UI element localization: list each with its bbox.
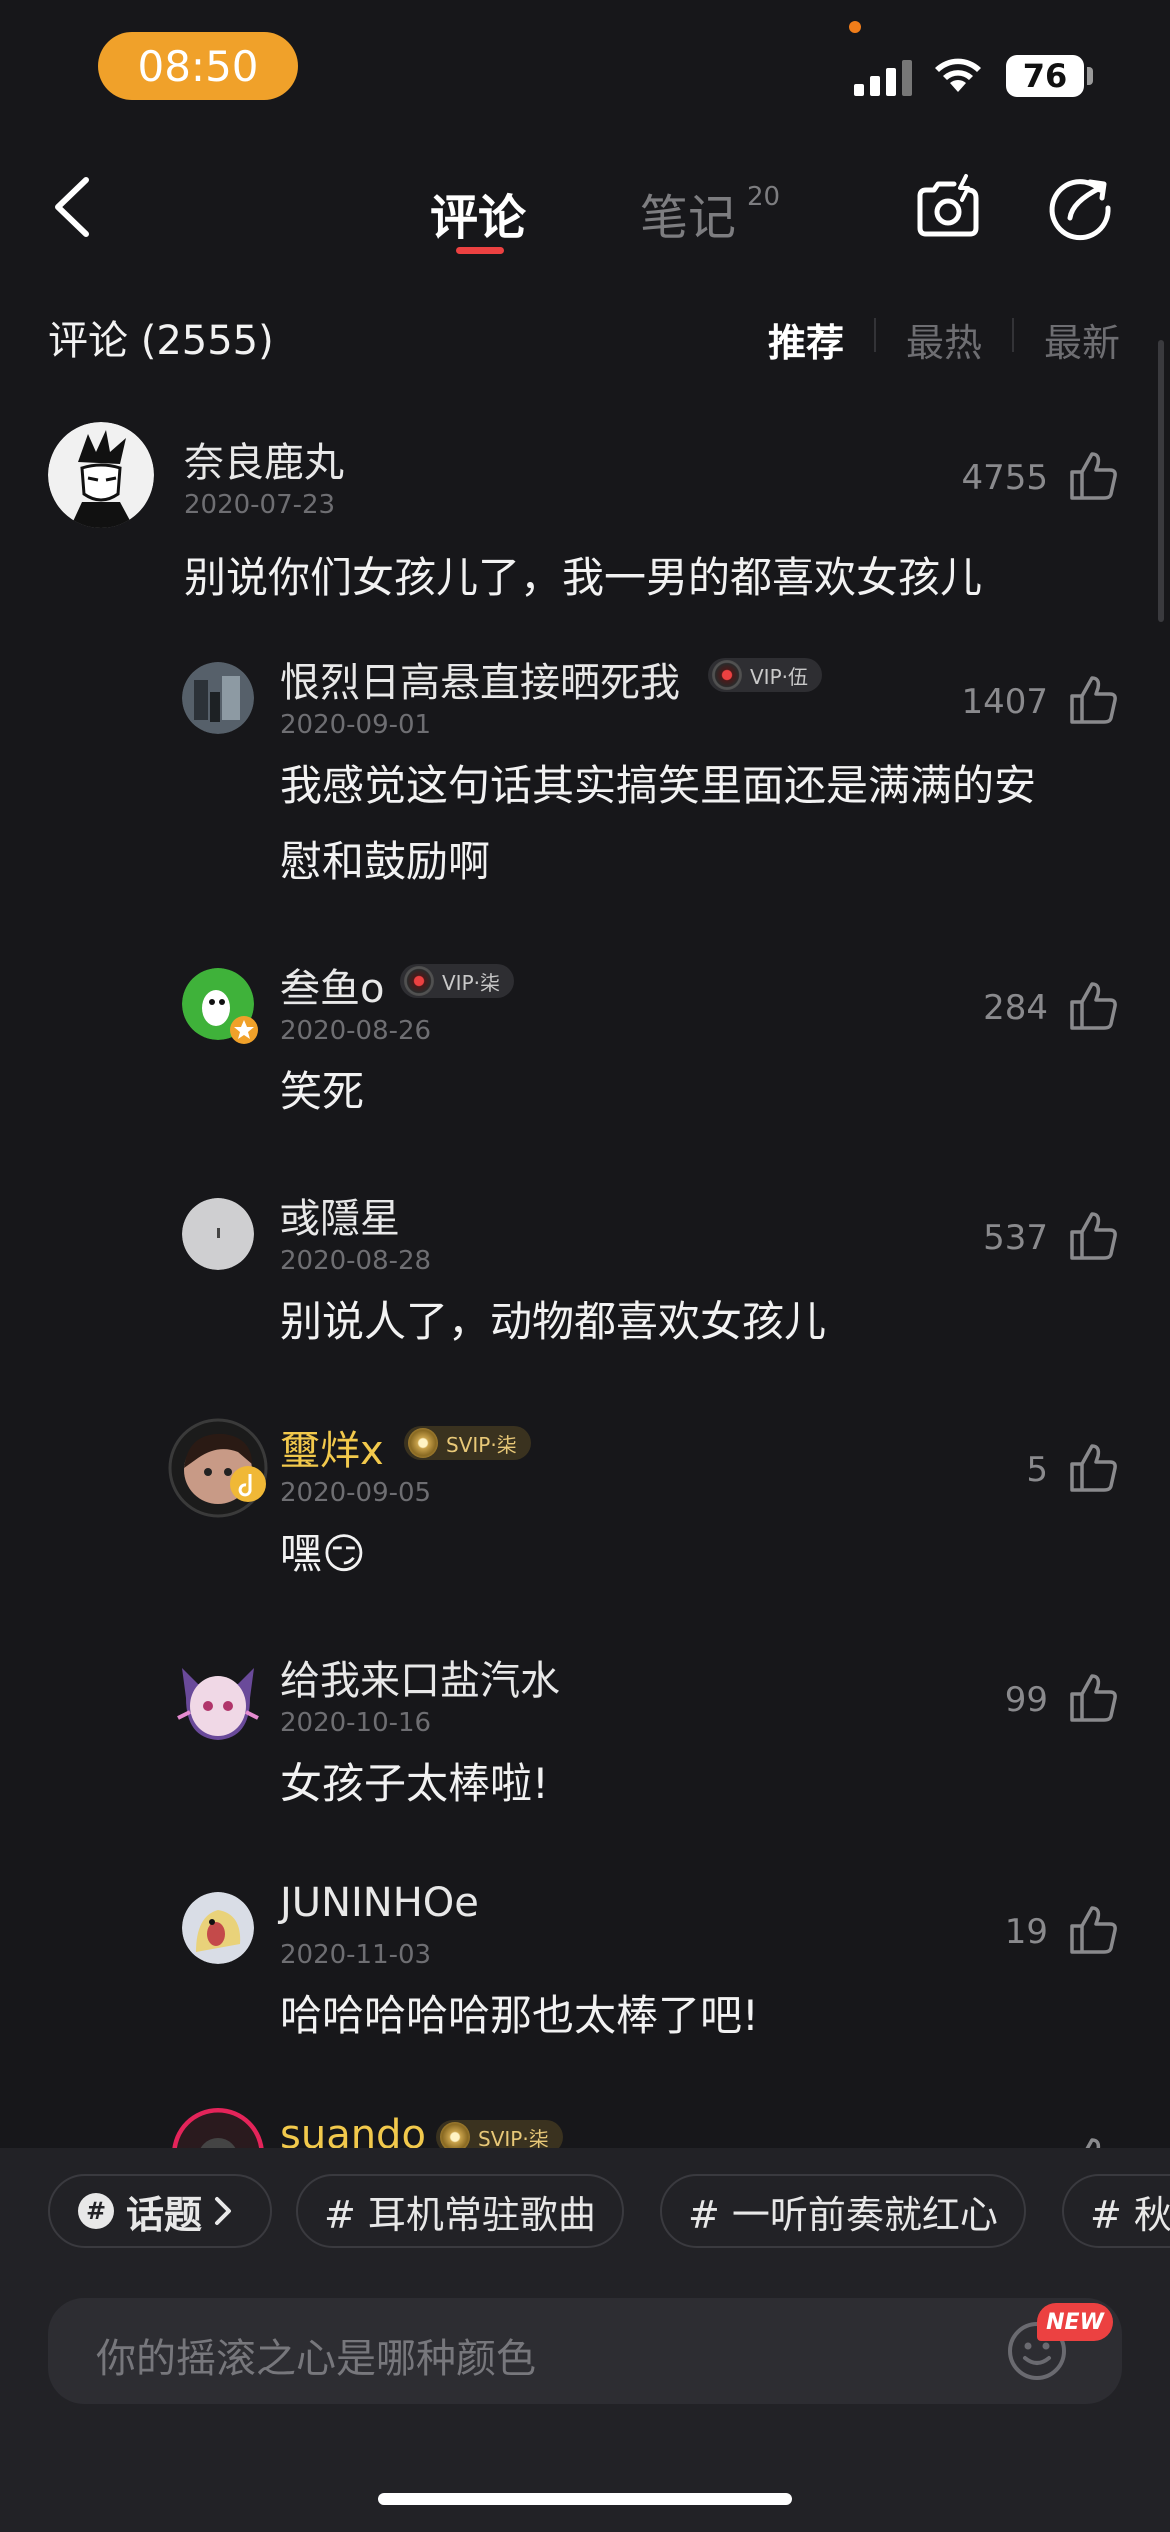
svip-badge: SVIP·柒 [436,2120,563,2148]
comments-count-title: 评论 (2555) [48,318,274,364]
reply-text: 嘿😏 [280,1516,366,1592]
reply-username[interactable]: suando [280,2112,426,2148]
comment-date: 2020-07-23 [184,490,336,520]
reply-text-line: 我感觉这句话其实搞笑里面还是满满的安 [280,761,1037,810]
thumbs-up-icon[interactable] [1064,1902,1120,1958]
reply-text: 别说人了，动物都喜欢女孩儿 [280,1297,827,1346]
avatar[interactable] [182,662,254,734]
reply-text: 哈哈哈哈哈那也太棒了吧! [280,1991,759,2040]
vinyl-icon [408,1428,438,1458]
vip-badge: VIP·柒 [400,964,514,998]
like-count: 284 [983,988,1048,1028]
topic-chip[interactable]: # 秋 [1062,2174,1170,2248]
reply-username[interactable]: JUNINHOe [280,1880,479,1926]
vip-badge: VIP·伍 [708,658,822,692]
privacy-indicator-dot [849,21,861,33]
sort-recommended[interactable]: 推荐 [768,312,844,367]
like-count: 1407 [961,682,1048,722]
camera-icon[interactable] [912,172,984,244]
reply-text: 笑死 [280,1067,365,1116]
avatar[interactable] [182,1892,254,1964]
reply-username[interactable]: 恨烈日高悬直接晒死我 [280,650,680,708]
reply-text-content: 嘿 [280,1529,323,1578]
reply-date: 2020-09-01 [280,710,432,740]
reply-date: 2020-11-03 [280,1940,432,1970]
reply-item: JUNINHOe 2020-11-03 19 哈哈哈哈哈那也太棒了吧! [0,1880,1170,2050]
comment-text: 别说你们女孩儿了，我一男的都喜欢女孩儿 [184,553,983,602]
topic-button[interactable]: # 话题 [48,2174,272,2248]
reply-text: 女孩子太棒啦! [280,1759,549,1808]
reply-item: 璽烊x SVIP·柒 2020-09-05 5 嘿😏 [0,1418,1170,1588]
thumbs-up-icon[interactable] [1064,1208,1120,1264]
reply-item: 彧隱星 2020-08-28 537 别说人了，动物都喜欢女孩儿 [0,1186,1170,1356]
status-time: 08:50 [98,32,298,100]
sort-divider [874,318,876,352]
vinyl-icon [712,660,742,690]
active-tab-indicator [456,247,504,254]
music-note-icon [230,1466,266,1502]
share-icon[interactable] [1044,172,1116,244]
comment-item: 奈良鹿丸 2020-07-23 4755 别说你们女孩儿了，我一男的都喜欢女孩儿 [0,420,1170,620]
reply-username[interactable]: 叁鱼o [280,956,384,1014]
hashtag-icon: # [78,2193,114,2229]
topic-label: 话题 [126,2192,203,2237]
tab-notes-count: 20 [747,182,781,212]
avatar[interactable] [164,1648,272,1748]
thumbs-up-icon[interactable] [1064,1440,1120,1496]
reply-item: suando SVIP·柒 [0,2098,1170,2148]
vip-badge-label: VIP·伍 [750,664,808,689]
reply-text-line: 慰和鼓励啊 [280,837,491,886]
battery-nub [1087,67,1093,85]
vinyl-icon [404,966,434,996]
thumbs-up-icon[interactable] [1064,1670,1120,1726]
reply-username[interactable]: 给我来口盐汽水 [280,1648,560,1706]
home-indicator[interactable] [378,2493,792,2505]
back-icon[interactable] [48,174,96,240]
battery-indicator: 76 [1006,55,1084,97]
svip-badge-label: SVIP·柒 [446,1432,517,1457]
reply-item: 给我来口盐汽水 2020-10-16 99 女孩子太棒啦! [0,1648,1170,1818]
svg-text:#: # [86,2197,106,2225]
thumbs-up-icon[interactable] [1064,672,1120,728]
like-count: 99 [1004,1680,1048,1720]
tab-comments[interactable]: 评论 [430,178,526,248]
chevron-right-icon [215,2197,232,2225]
reply-date: 2020-09-05 [280,1478,432,1508]
comment-input-placeholder: 你的摇滚之心是哪种颜色 [96,2336,536,2382]
reply-date: 2020-08-26 [280,1016,432,1046]
vip-badge-label: VIP·柒 [442,970,500,995]
new-badge: NEW [1037,2303,1113,2341]
like-count: 4755 [961,458,1048,498]
thumbs-up-icon[interactable] [1064,2134,1120,2148]
reply-username[interactable]: 璽烊x [280,1418,384,1476]
like-count: 19 [1004,1912,1048,1952]
tab-notes[interactable]: 笔记 [640,178,736,248]
level-badge-icon [230,1016,258,1044]
svip-badge: SVIP·柒 [404,1426,531,1460]
wifi-icon [935,58,981,92]
topic-chip[interactable]: # 耳机常驻歌曲 [296,2174,624,2248]
vinyl-icon [440,2122,470,2148]
reply-date: 2020-10-16 [280,1708,432,1738]
reply-item: 恨烈日高悬直接晒死我 VIP·伍 2020-09-01 1407 我感觉这句话其… [0,650,1170,900]
cellular-signal-icon [854,56,912,96]
smirk-emoji-icon: 😏 [322,1529,366,1578]
thumbs-up-icon[interactable] [1064,978,1120,1034]
reply-username[interactable]: 彧隱星 [280,1186,400,1244]
like-count: 5 [1026,1450,1048,1490]
svip-badge-label: SVIP·柒 [478,2126,549,2149]
thumbs-up-icon[interactable] [1064,448,1120,504]
topic-chip[interactable]: # 一听前奏就红心 [660,2174,1026,2248]
reply-item: 叁鱼o VIP·柒 2020-08-26 284 笑死 [0,956,1170,1126]
comment-username[interactable]: 奈良鹿丸 [184,430,344,488]
sort-newest[interactable]: 最新 [1044,312,1120,367]
sort-divider [1012,318,1014,352]
like-count: 537 [983,1218,1048,1258]
avatar[interactable] [182,1198,254,1270]
sort-hottest[interactable]: 最热 [906,312,982,367]
avatar[interactable] [48,422,154,528]
reply-date: 2020-08-28 [280,1246,432,1276]
avatar[interactable] [172,2108,264,2148]
